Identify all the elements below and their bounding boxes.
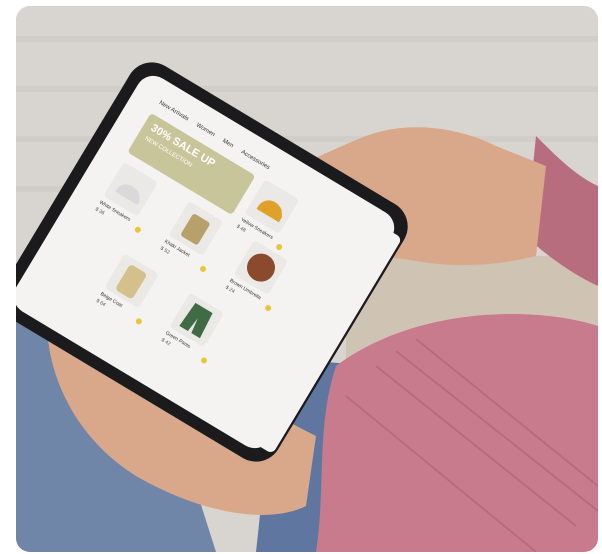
product-card[interactable]: Beige Coat $ 64 (90, 253, 178, 343)
add-to-cart-button[interactable] (199, 356, 209, 365)
add-to-cart-button[interactable] (133, 225, 142, 234)
product-card[interactable]: Brown Umbrella $ 24 (219, 240, 307, 330)
add-to-cart-button[interactable] (198, 264, 208, 274)
product-card[interactable]: Green Pants $ 42 (155, 292, 243, 383)
photo-scene: New Arrivals Women Men Accessories 30% S… (16, 6, 598, 552)
add-to-cart-button[interactable] (264, 303, 273, 313)
product-card[interactable]: Khaki Jacket $ 52 (154, 200, 242, 291)
add-to-cart-button[interactable] (134, 317, 143, 326)
add-to-cart-button[interactable] (275, 242, 284, 252)
